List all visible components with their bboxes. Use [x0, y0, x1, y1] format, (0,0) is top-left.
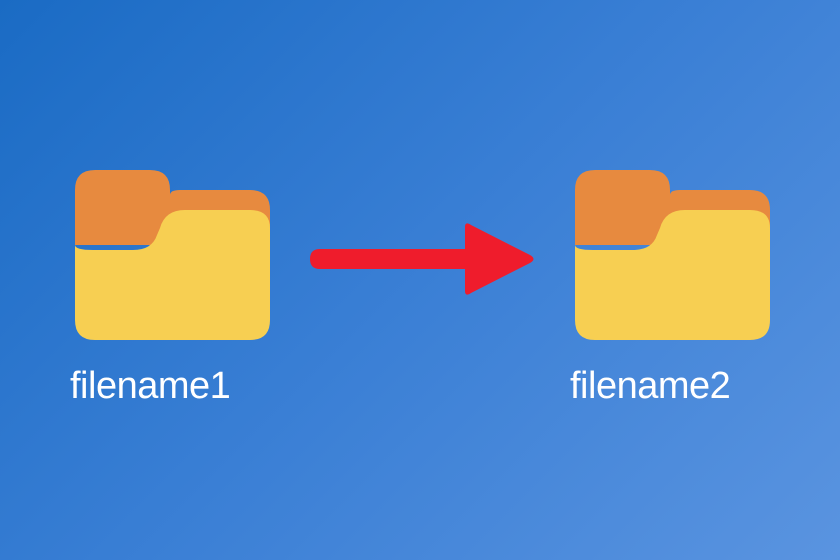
folder-icon [65, 160, 275, 340]
rename-diagram: filename1 filename2 [0, 160, 840, 408]
arrow-icon [305, 219, 535, 299]
destination-folder-group: filename2 [565, 160, 775, 408]
source-folder-group: filename1 [65, 160, 275, 408]
destination-folder-label: filename2 [565, 365, 730, 408]
source-folder-label: filename1 [65, 365, 230, 408]
folder-icon [565, 160, 775, 340]
